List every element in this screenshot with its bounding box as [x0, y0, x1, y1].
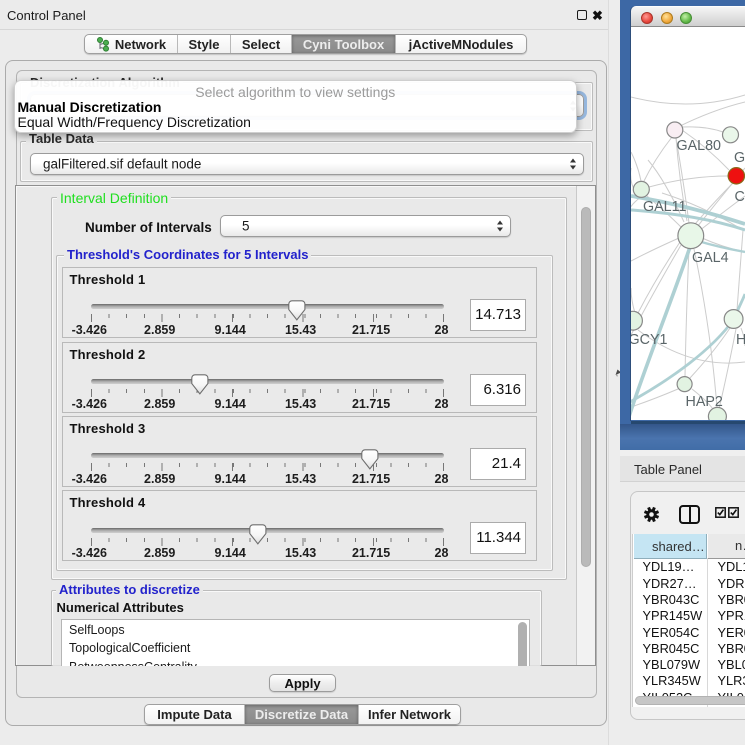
svg-text:GCY1: GCY1 — [631, 332, 667, 348]
svg-text:GAL80: GAL80 — [677, 138, 722, 154]
svg-text:G.: G. — [734, 150, 745, 166]
svg-text:H: H — [736, 332, 745, 348]
svg-text:GAL4: GAL4 — [692, 250, 729, 266]
svg-text:C: C — [735, 189, 745, 205]
svg-text:GAL11: GAL11 — [643, 199, 686, 215]
svg-text:HAP2: HAP2 — [686, 394, 723, 410]
